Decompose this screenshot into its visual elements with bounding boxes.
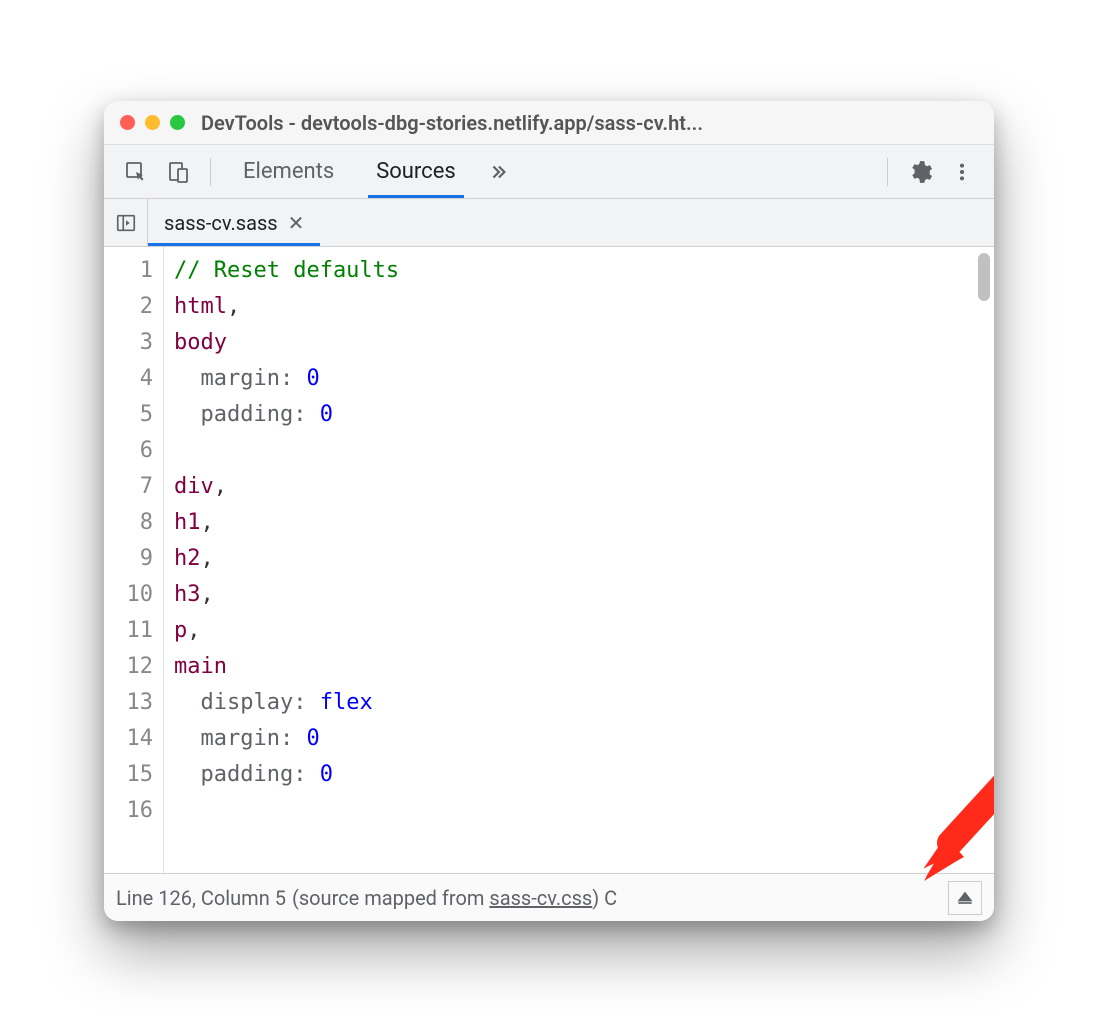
code-line[interactable]: padding: 0: [174, 757, 984, 793]
line-number: 15: [104, 757, 163, 793]
code-line[interactable]: display: flex: [174, 685, 984, 721]
code-line[interactable]: h3,: [174, 577, 984, 613]
cursor-position: Line 126, Column 5: [116, 886, 286, 910]
code-content[interactable]: // Reset defaultshtml,body margin: 0 pad…: [164, 247, 994, 873]
traffic-lights: [120, 115, 185, 130]
more-tabs-icon[interactable]: [480, 154, 516, 190]
file-tab-bar: sass-cv.sass ✕: [104, 199, 994, 247]
navigator-toggle-icon[interactable]: [104, 199, 148, 246]
code-line[interactable]: body: [174, 325, 984, 361]
device-toolbar-icon[interactable]: [160, 154, 196, 190]
line-number: 2: [104, 289, 163, 325]
line-number: 7: [104, 469, 163, 505]
code-line[interactable]: html,: [174, 289, 984, 325]
close-tab-icon[interactable]: ✕: [288, 211, 305, 235]
kebab-menu-icon[interactable]: [944, 154, 980, 190]
code-line[interactable]: margin: 0: [174, 721, 984, 757]
code-line[interactable]: h2,: [174, 541, 984, 577]
code-line[interactable]: // Reset defaults: [174, 253, 984, 289]
code-line[interactable]: p,: [174, 613, 984, 649]
inspect-element-icon[interactable]: [118, 154, 154, 190]
code-line[interactable]: [174, 793, 984, 829]
file-tab-sass-cv[interactable]: sass-cv.sass ✕: [148, 199, 320, 246]
line-number: 4: [104, 361, 163, 397]
line-number-gutter: 12345678910111213141516: [104, 247, 164, 873]
line-number: 8: [104, 505, 163, 541]
source-map-link[interactable]: sass-cv.css: [489, 886, 592, 910]
tab-sources[interactable]: Sources: [358, 145, 474, 198]
file-tab-label: sass-cv.sass: [164, 211, 278, 235]
toolbar-separator: [210, 158, 211, 186]
line-number: 16: [104, 793, 163, 829]
source-map-text: (source mapped from sass-cv.css) C: [292, 886, 617, 910]
line-number: 3: [104, 325, 163, 361]
devtools-window: DevTools - devtools-dbg-stories.netlify.…: [104, 101, 994, 921]
code-line[interactable]: h1,: [174, 505, 984, 541]
close-window-button[interactable]: [120, 115, 135, 130]
scrollbar-thumb[interactable]: [978, 253, 990, 301]
status-bar: Line 126, Column 5 (source mapped from s…: [104, 873, 994, 921]
line-number: 9: [104, 541, 163, 577]
code-line[interactable]: padding: 0: [174, 397, 984, 433]
maximize-window-button[interactable]: [170, 115, 185, 130]
window-title: DevTools - devtools-dbg-stories.netlify.…: [201, 111, 703, 135]
main-toolbar: Elements Sources: [104, 145, 994, 199]
line-number: 5: [104, 397, 163, 433]
line-number: 1: [104, 253, 163, 289]
code-line[interactable]: main: [174, 649, 984, 685]
reveal-in-navigator-icon[interactable]: [948, 881, 982, 915]
line-number: 11: [104, 613, 163, 649]
minimize-window-button[interactable]: [145, 115, 160, 130]
code-editor[interactable]: 12345678910111213141516 // Reset default…: [104, 247, 994, 873]
line-number: 6: [104, 433, 163, 469]
line-number: 10: [104, 577, 163, 613]
settings-gear-icon[interactable]: [902, 154, 938, 190]
titlebar: DevTools - devtools-dbg-stories.netlify.…: [104, 101, 994, 145]
line-number: 12: [104, 649, 163, 685]
code-line[interactable]: div,: [174, 469, 984, 505]
code-line[interactable]: margin: 0: [174, 361, 984, 397]
line-number: 13: [104, 685, 163, 721]
line-number: 14: [104, 721, 163, 757]
tab-elements[interactable]: Elements: [225, 145, 352, 198]
toolbar-separator: [887, 158, 888, 186]
code-line[interactable]: [174, 433, 984, 469]
